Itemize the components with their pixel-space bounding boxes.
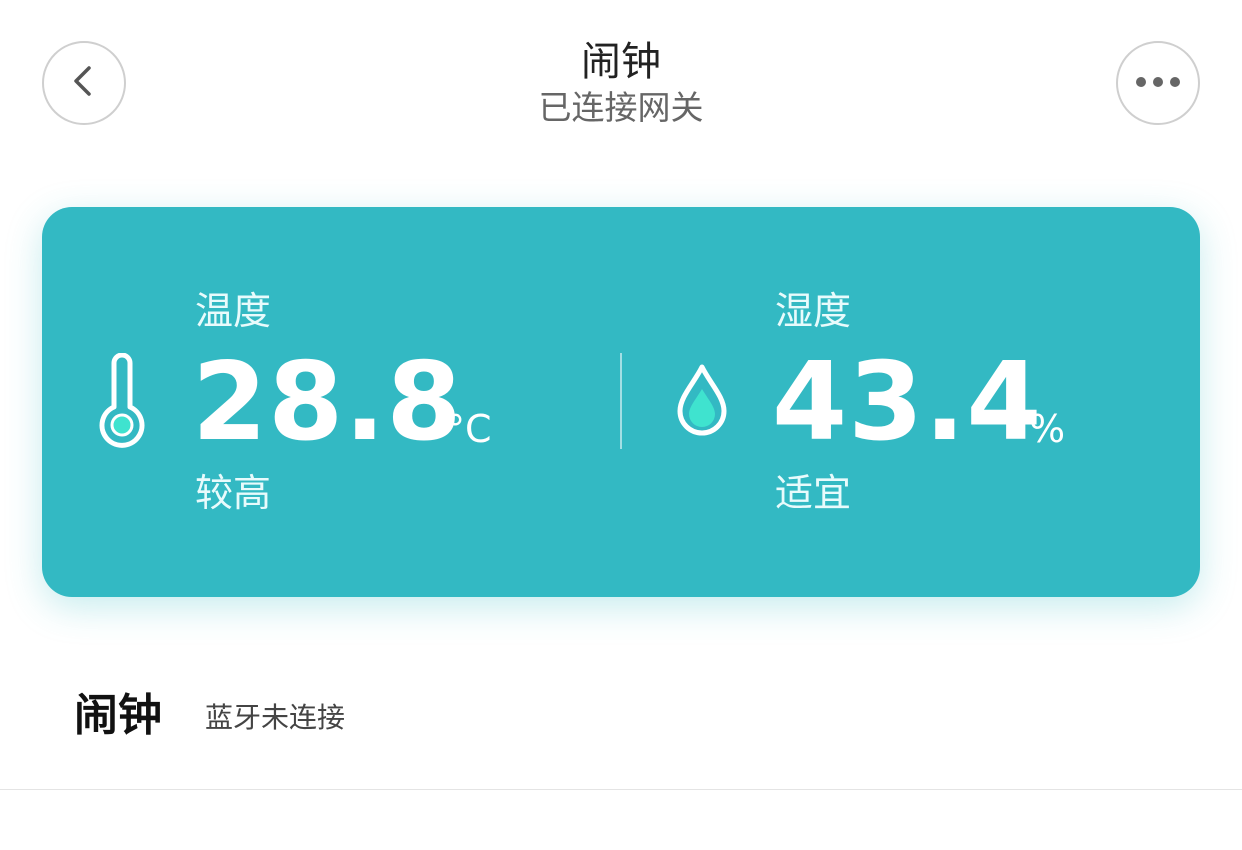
chevron-left-icon [67, 64, 101, 102]
card-divider [620, 353, 622, 449]
temperature-status: 较高 [195, 471, 272, 515]
back-button[interactable] [42, 41, 126, 125]
thermometer-icon [92, 352, 152, 453]
humidity-label: 湿度 [775, 289, 852, 333]
page-title: 闹钟 [581, 39, 661, 85]
temperature-label: 温度 [195, 289, 272, 333]
humidity-value: 43.4 [772, 340, 1043, 465]
temperature-unit: °C [446, 407, 492, 451]
connection-status: 已连接网关 [538, 88, 704, 127]
top-bar: 闹钟 已连接网关 [0, 0, 1242, 170]
temperature-value: 28.8 [192, 340, 463, 465]
more-horizontal-icon [1134, 74, 1182, 93]
bluetooth-status: 蓝牙未连接 [205, 701, 346, 734]
sensor-card: 温度 28.8 °C 较高 湿度 43.4 % 适宜 [42, 207, 1200, 597]
humidity-status: 适宜 [775, 471, 852, 515]
device-row[interactable]: 闹钟 蓝牙未连接 [0, 640, 1242, 790]
device-name: 闹钟 [74, 690, 162, 741]
title-block: 闹钟 已连接网关 [321, 36, 921, 128]
humidity-unit: % [1029, 407, 1066, 451]
water-drop-icon [676, 363, 728, 441]
more-button[interactable] [1116, 41, 1200, 125]
